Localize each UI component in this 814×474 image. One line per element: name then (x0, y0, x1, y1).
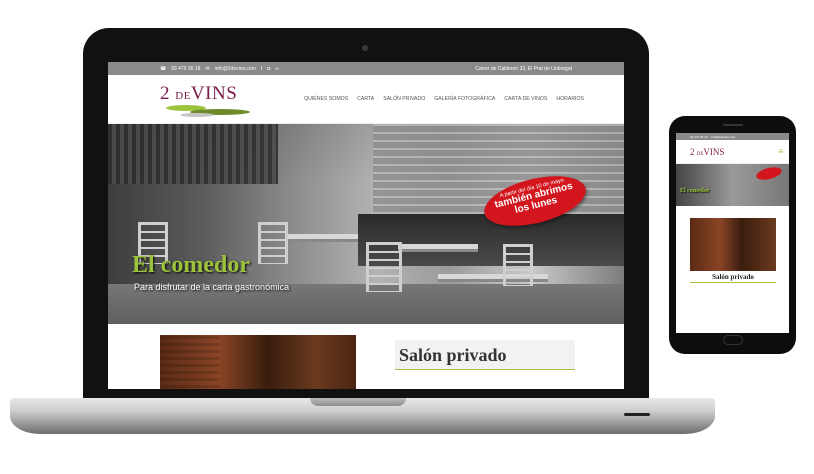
facebook-icon[interactable]: f (261, 66, 262, 72)
mobile-topbar-phone[interactable]: 93 479 36 18 (690, 135, 708, 139)
mail-icon: ✉ (205, 65, 210, 72)
mobile-topbar-email[interactable]: info@2devins.com (711, 135, 736, 139)
salon-privado-section: Salón privado (108, 324, 624, 389)
salon-privado-box: Salón privado (395, 340, 575, 370)
phone-home-button (723, 335, 743, 345)
hero-chair (366, 242, 402, 292)
phone: 93 479 36 18 info@2devins.com 2 DEVINS ≡… (669, 116, 796, 354)
phone-screen: 93 479 36 18 info@2devins.com 2 DEVINS ≡… (676, 133, 789, 333)
hero-subtitle: Para disfrutar de la carta gastronómica (134, 282, 290, 292)
mobile-salon-image[interactable] (690, 218, 776, 271)
tripadvisor-icon[interactable]: ∞ (275, 66, 279, 72)
instagram-icon[interactable]: ◘ (267, 66, 270, 72)
site-logo[interactable]: 2 DEVINS (160, 79, 264, 119)
mobile-logo[interactable]: 2 DEVINS (690, 147, 724, 157)
laptop: ☎ 93 479 36 18 ✉ info@2devins.com f ◘ ∞ … (83, 28, 649, 414)
nav-item-galeria[interactable]: GALERÍA FOTOGRÁFICA (434, 96, 495, 102)
mobile-header: 2 DEVINS ≡ (676, 140, 789, 164)
hero-table (288, 234, 358, 242)
nav-item-quienes-somos[interactable]: QUIÉNES SOMOS (304, 96, 348, 102)
topbar-phone[interactable]: 93 479 36 18 (171, 66, 200, 72)
mobile-salon-title: Salón privado (690, 273, 776, 283)
desktop-header: 2 DEVINS QUIÉNES SOMOS CARTA SALÓN PRIVA… (108, 75, 624, 124)
hero-chair (258, 222, 288, 264)
nav-item-carta[interactable]: CARTA (357, 96, 374, 102)
nav-item-horarios[interactable]: HORARIOS (556, 96, 584, 102)
laptop-led (624, 413, 650, 416)
hero-chair (503, 244, 533, 286)
hero-ceiling (108, 124, 278, 184)
mobile-hero[interactable]: El comedor (676, 164, 789, 206)
logo-de: DE (175, 90, 191, 102)
nav-item-carta-vinos[interactable]: CARTA DE VINOS (504, 96, 547, 102)
laptop-base (10, 398, 715, 434)
nav-item-salon-privado[interactable]: SALÓN PRIVADO (383, 96, 425, 102)
main-nav: QUIÉNES SOMOS CARTA SALÓN PRIVADO GALERÍ… (264, 96, 584, 102)
topbar-address: Carrer de Calderon 33, El Prat de Llobre… (475, 65, 572, 72)
hero-table (398, 244, 478, 252)
laptop-screen: ☎ 93 479 36 18 ✉ info@2devins.com f ◘ ∞ … (108, 62, 624, 389)
desktop-topbar: ☎ 93 479 36 18 ✉ info@2devins.com f ◘ ∞ … (108, 62, 624, 75)
phone-speaker (723, 124, 743, 126)
logo-leaf-gray (180, 113, 214, 117)
logo-number: 2 (160, 83, 170, 104)
mobile-topbar: 93 479 36 18 info@2devins.com (676, 133, 789, 140)
device-mockup-stage: ☎ 93 479 36 18 ✉ info@2devins.com f ◘ ∞ … (0, 0, 814, 474)
hero-title: El comedor (132, 252, 250, 278)
laptop-camera (362, 45, 368, 51)
laptop-notch (310, 398, 406, 406)
mobile-promo-badge (755, 165, 783, 182)
phone-icon: ☎ (160, 65, 167, 72)
topbar-email[interactable]: info@2devins.com (215, 66, 256, 72)
hero-slider[interactable]: A partir del día 10 de mayo también abri… (108, 124, 624, 324)
salon-privado-title: Salón privado (399, 345, 507, 365)
hamburger-icon[interactable]: ≡ (778, 147, 783, 156)
mobile-logo-number: 2 (690, 146, 695, 157)
salon-privado-image[interactable] (160, 335, 356, 389)
logo-name: VINS (190, 83, 238, 104)
mobile-hero-title: El comedor (680, 188, 710, 194)
mobile-logo-name: VINS (703, 146, 725, 157)
